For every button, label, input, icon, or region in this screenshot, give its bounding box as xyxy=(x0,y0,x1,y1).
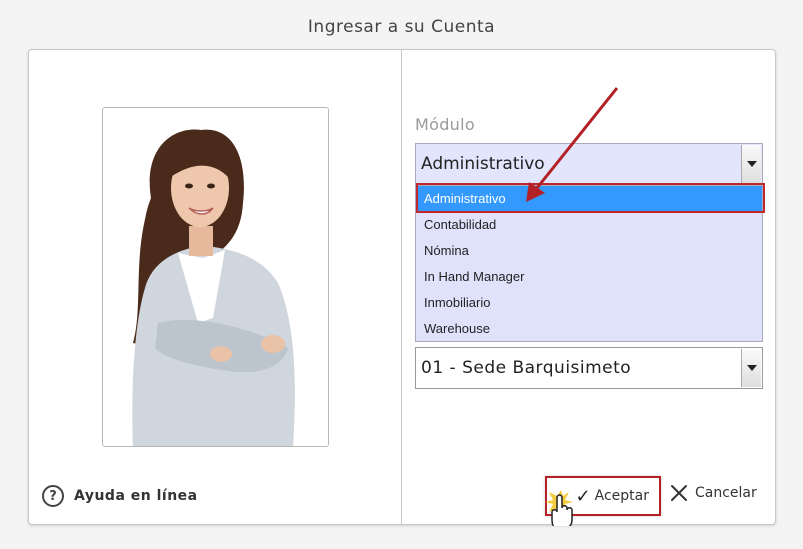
chevron-down-icon[interactable] xyxy=(741,349,761,387)
help-circle-icon: ? xyxy=(42,485,64,507)
help-link[interactable]: ? Ayuda en línea xyxy=(42,485,198,507)
module-select[interactable]: Administrativo xyxy=(415,143,763,185)
module-dropdown-list[interactable]: Administrativo Contabilidad Nómina In Ha… xyxy=(415,185,763,342)
chevron-down-icon[interactable] xyxy=(741,145,761,183)
module-option-contabilidad[interactable]: Contabilidad xyxy=(416,212,762,238)
module-option-in-hand-manager[interactable]: In Hand Manager xyxy=(416,264,762,290)
module-option-warehouse[interactable]: Warehouse xyxy=(416,316,762,342)
module-option-nomina[interactable]: Nómina xyxy=(416,238,762,264)
user-photo xyxy=(102,107,329,447)
sede-select[interactable]: 01 - Sede Barquisimeto xyxy=(415,347,763,389)
close-icon xyxy=(671,485,687,501)
module-label: Módulo xyxy=(415,115,475,134)
sede-select-value: 01 - Sede Barquisimeto xyxy=(421,358,632,378)
login-panel: ? Ayuda en línea Módulo Administrativo A… xyxy=(28,49,776,526)
accept-label: Aceptar xyxy=(594,488,649,504)
help-label: Ayuda en línea xyxy=(74,488,198,504)
woman-photo-illustration xyxy=(103,108,328,446)
cancel-button[interactable]: Cancelar xyxy=(669,483,757,503)
check-icon: ✓ xyxy=(575,485,591,507)
dialog-title: Ingresar a su Cuenta xyxy=(307,17,496,37)
accept-button[interactable]: ✓ Aceptar xyxy=(545,476,661,516)
panel-divider xyxy=(401,50,402,524)
module-option-inmobiliario[interactable]: Inmobiliario xyxy=(416,290,762,316)
module-option-administrativo[interactable]: Administrativo xyxy=(416,186,762,212)
cancel-label: Cancelar xyxy=(695,485,757,501)
module-select-value: Administrativo xyxy=(421,154,545,174)
